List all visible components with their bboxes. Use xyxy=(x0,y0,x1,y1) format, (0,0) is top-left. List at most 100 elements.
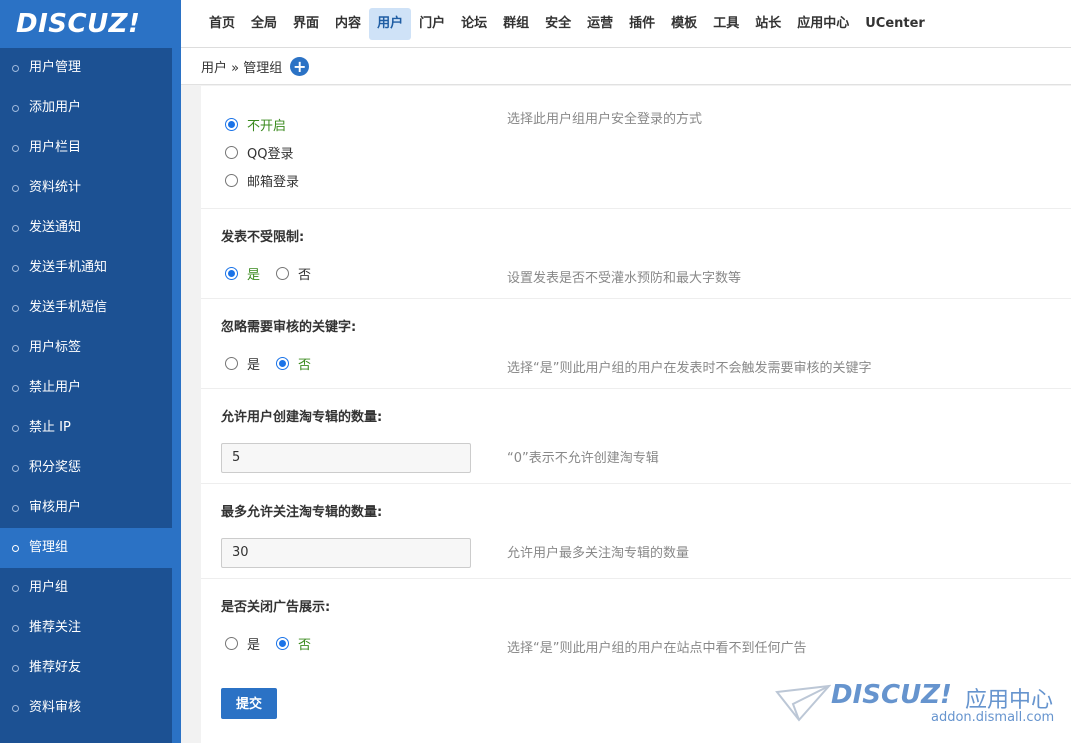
sidebar-item-15[interactable]: 推荐好友 xyxy=(0,648,172,688)
nav-item-2[interactable]: 界面 xyxy=(285,8,327,40)
nav-item-0[interactable]: 首页 xyxy=(201,8,243,40)
nav-item-6[interactable]: 论坛 xyxy=(453,8,495,40)
paper-plane-icon xyxy=(775,684,831,722)
radio-close-ads-no[interactable] xyxy=(276,637,290,650)
post-unlimited-no[interactable]: 否 xyxy=(276,264,311,283)
follow-album-title: 最多允许关注淘专辑的数量: xyxy=(221,505,383,520)
main-nav: 首页 全局 界面 内容 用户 门户 论坛 群组 安全 运营 插件 模板 工具 站长 应用中心 UCenter xyxy=(201,8,933,40)
post-unlimited-yes[interactable]: 是 xyxy=(225,264,260,283)
sidebar-item-label: 发送通知 xyxy=(29,220,82,235)
radio-close-ads-yes[interactable] xyxy=(225,637,238,650)
discuz-logo[interactable]: DISCUZ! xyxy=(0,0,181,48)
add-icon[interactable]: + xyxy=(290,56,310,76)
bullet-icon xyxy=(12,464,19,472)
radio-post-unlimited-yes[interactable] xyxy=(225,267,238,280)
radio-ignore-keywords-yes[interactable] xyxy=(225,357,238,370)
option-login-qq[interactable]: QQ登录 xyxy=(225,143,293,162)
nav-item-10[interactable]: 插件 xyxy=(621,8,663,40)
sidebar-item-12[interactable]: 管理组 xyxy=(0,528,172,568)
ignore-keywords-options: 是 否 xyxy=(225,354,327,373)
close-ads-options: 是 否 xyxy=(225,634,327,653)
sidebar-item-label: 审核用户 xyxy=(29,500,82,515)
sidebar-item-label: 推荐好友 xyxy=(29,660,82,675)
ignore-keywords-yes[interactable]: 是 xyxy=(225,354,260,373)
bullet-icon xyxy=(12,584,19,592)
sidebar-item-4[interactable]: 发送通知 xyxy=(0,208,172,248)
bullet-icon xyxy=(12,104,19,112)
post-unlimited-desc: 设置发表是否不受灌水预防和最大字数等 xyxy=(507,271,742,286)
sidebar-item-label: 资料统计 xyxy=(29,180,82,195)
close-ads-yes[interactable]: 是 xyxy=(225,634,260,653)
sidebar-item-label: 禁止 IP xyxy=(29,420,71,435)
submit-button[interactable]: 提交 xyxy=(221,688,277,719)
row-ignore-keywords: 忽略需要审核的关键字: 是 否 选择“是”则此用户组的用户在发表时不会触发需要审… xyxy=(201,299,1071,389)
sidebar-item-2[interactable]: 用户栏目 xyxy=(0,128,172,168)
sidebar-item-5[interactable]: 发送手机通知 xyxy=(0,248,172,288)
sidebar-item-label: 管理组 xyxy=(29,540,69,555)
sidebar-item-1[interactable]: 添加用户 xyxy=(0,88,172,128)
radio-login-off[interactable] xyxy=(225,118,238,131)
radio-post-unlimited-no[interactable] xyxy=(276,267,290,280)
bullet-icon xyxy=(12,504,19,512)
top-bar: DISCUZ! 首页 全局 界面 内容 用户 门户 论坛 群组 安全 运营 插件 模板 工具 站长 应用中心… xyxy=(0,0,1071,48)
sidebar-item-label: 发送手机通知 xyxy=(29,260,108,275)
bullet-icon xyxy=(12,624,19,632)
bullet-icon xyxy=(12,304,19,312)
option-login-email[interactable]: 邮箱登录 xyxy=(225,171,299,190)
sidebar-item-10[interactable]: 积分奖惩 xyxy=(0,448,172,488)
nav-item-8[interactable]: 安全 xyxy=(537,8,579,40)
bullet-icon xyxy=(12,224,19,232)
sidebar-item-11[interactable]: 审核用户 xyxy=(0,488,172,528)
nav-item-3[interactable]: 内容 xyxy=(327,8,369,40)
radio-login-qq[interactable] xyxy=(225,146,238,159)
sidebar-item-16[interactable]: 资料审核 xyxy=(0,688,172,728)
sidebar-item-label: 用户标签 xyxy=(29,340,82,355)
sidebar-item-6[interactable]: 发送手机短信 xyxy=(0,288,172,328)
sidebar-item-label: 禁止用户 xyxy=(29,380,82,395)
sidebar-item-label: 用户组 xyxy=(29,580,69,595)
bullet-icon xyxy=(12,264,19,272)
watermark-url: addon.dismall.com xyxy=(931,710,1055,725)
sidebar-item-9[interactable]: 禁止 IP xyxy=(0,408,172,448)
radio-ignore-keywords-no[interactable] xyxy=(276,357,290,370)
create-album-title: 允许用户创建淘专辑的数量: xyxy=(221,410,383,425)
bullet-icon xyxy=(12,384,19,392)
sidebar-item-label: 用户管理 xyxy=(29,60,82,75)
login-method-desc: 选择此用户组用户安全登录的方式 xyxy=(507,112,703,127)
bullet-icon xyxy=(12,704,19,712)
sidebar-item-14[interactable]: 推荐关注 xyxy=(0,608,172,648)
bullet-icon xyxy=(12,344,19,352)
nav-item-7[interactable]: 群组 xyxy=(495,8,537,40)
post-unlimited-title: 发表不受限制: xyxy=(221,230,305,245)
sidebar-scrollbar[interactable] xyxy=(172,48,181,743)
nav-item-13[interactable]: 站长 xyxy=(747,8,789,40)
sidebar-item-13[interactable]: 用户组 xyxy=(0,568,172,608)
sidebar-item-label: 用户栏目 xyxy=(29,140,82,155)
sidebar-item-label: 发送手机短信 xyxy=(29,300,108,315)
sidebar-item-7[interactable]: 用户标签 xyxy=(0,328,172,368)
nav-item-5[interactable]: 门户 xyxy=(411,8,453,40)
follow-album-input[interactable]: 30 xyxy=(221,538,471,568)
watermark: DISCUZ! 应用中心 addon.dismall.com xyxy=(775,680,1065,730)
nav-item-4[interactable]: 用户 xyxy=(369,8,412,40)
ignore-keywords-no[interactable]: 否 xyxy=(276,354,311,373)
row-follow-album: 最多允许关注淘专辑的数量: 30 允许用户最多关注淘专辑的数量 xyxy=(201,484,1071,579)
radio-login-email[interactable] xyxy=(225,174,238,187)
nav-item-15[interactable]: UCenter xyxy=(857,8,933,40)
nav-item-9[interactable]: 运营 xyxy=(579,8,621,40)
nav-item-1[interactable]: 全局 xyxy=(243,8,285,40)
nav-item-14[interactable]: 应用中心 xyxy=(789,8,857,40)
option-login-off[interactable]: 不开启 xyxy=(225,115,286,134)
sidebar-item-8[interactable]: 禁止用户 xyxy=(0,368,172,408)
sidebar-item-0[interactable]: 用户管理 xyxy=(0,48,172,88)
sidebar-item-label: 添加用户 xyxy=(29,100,82,115)
sidebar-item-label: 积分奖惩 xyxy=(29,460,82,475)
sidebar-item-3[interactable]: 资料统计 xyxy=(0,168,172,208)
nav-item-12[interactable]: 工具 xyxy=(705,8,747,40)
close-ads-no[interactable]: 否 xyxy=(276,634,311,653)
create-album-desc: “0”表示不允许创建淘专辑 xyxy=(507,451,659,466)
nav-item-11[interactable]: 模板 xyxy=(663,8,705,40)
bullet-icon xyxy=(12,64,19,72)
bullet-icon xyxy=(12,184,19,192)
create-album-input[interactable]: 5 xyxy=(221,443,471,473)
